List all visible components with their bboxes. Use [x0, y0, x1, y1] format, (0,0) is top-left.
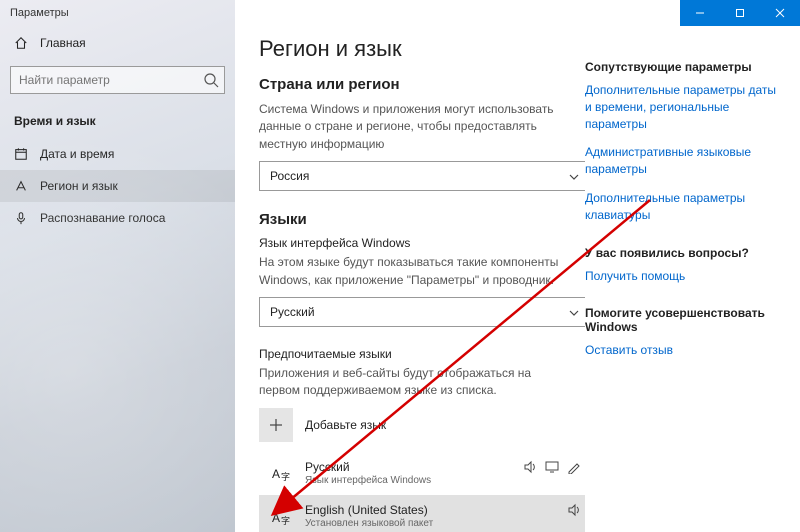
- language-subtext: Язык интерфейса Windows: [305, 475, 431, 488]
- sidebar-search[interactable]: [10, 66, 225, 94]
- plus-icon: [259, 408, 293, 442]
- language-name: English (United States): [305, 503, 433, 518]
- sidebar-item-region-language[interactable]: Регион и язык: [0, 170, 235, 202]
- window-close-button[interactable]: [760, 0, 800, 26]
- region-heading: Страна или регион: [259, 76, 565, 93]
- region-select-value: Россия: [270, 169, 309, 183]
- feedback-link[interactable]: Оставить отзыв: [585, 342, 784, 359]
- languages-heading: Языки: [259, 211, 565, 228]
- text-to-speech-icon: [567, 503, 581, 517]
- questions-title: У вас появились вопросы?: [585, 246, 784, 260]
- region-description: Система Windows и приложения могут испол…: [259, 101, 565, 153]
- window-title: Параметры: [0, 7, 69, 19]
- svg-text:A: A: [272, 511, 280, 525]
- ui-language-description: На этом языке будут показываться такие к…: [259, 254, 565, 289]
- add-language-button[interactable]: Добавьте язык: [259, 408, 565, 442]
- ui-language-label: Язык интерфейса Windows: [259, 236, 565, 250]
- feedback-title: Помогите усовершенствовать Windows: [585, 306, 784, 334]
- page-title: Регион и язык: [259, 36, 565, 62]
- ui-language-select[interactable]: Русский: [259, 297, 585, 327]
- sidebar-item-label: Регион и язык: [40, 179, 118, 193]
- sidebar-item-speech[interactable]: Распознавание голоса: [0, 202, 235, 234]
- related-title: Сопутствующие параметры: [585, 60, 784, 74]
- language-item-english-us[interactable]: A字 English (United States) Установлен яз…: [259, 495, 585, 532]
- chevron-down-icon: [568, 171, 580, 183]
- language-item-russian[interactable]: A字 Русский Язык интерфейса Windows: [259, 452, 585, 496]
- related-link[interactable]: Административные языковые параметры: [585, 144, 784, 178]
- sidebar-item-label: Распознавание голоса: [40, 211, 165, 225]
- window-maximize-button[interactable]: [720, 0, 760, 26]
- sidebar-item-datetime[interactable]: Дата и время: [0, 138, 235, 170]
- language-name: Русский: [305, 460, 431, 475]
- sidebar-home[interactable]: Главная: [0, 26, 235, 60]
- svg-text:A: A: [272, 467, 280, 481]
- chevron-down-icon: [568, 307, 580, 319]
- language-glyph-icon: A字: [269, 504, 295, 530]
- sidebar-home-label: Главная: [40, 36, 86, 50]
- preferred-languages-description: Приложения и веб-сайты будут отображатьс…: [259, 365, 565, 400]
- globe-a-icon: [14, 179, 28, 193]
- window-minimize-button[interactable]: [680, 0, 720, 26]
- language-subtext: Установлен языковой пакет: [305, 518, 433, 531]
- microphone-icon: [14, 211, 28, 225]
- sidebar-section-label: Время и язык: [0, 108, 235, 138]
- sidebar-item-label: Дата и время: [40, 147, 114, 161]
- display-icon: [545, 460, 559, 474]
- ui-language-select-value: Русский: [270, 305, 315, 319]
- language-glyph-icon: A字: [269, 460, 295, 486]
- main-content: Регион и язык Страна или регион Система …: [235, 0, 585, 532]
- related-rail: Сопутствующие параметры Дополнительные п…: [585, 0, 800, 532]
- search-icon: [203, 72, 219, 88]
- get-help-link[interactable]: Получить помощь: [585, 268, 784, 285]
- preferred-languages-label: Предпочитаемые языки: [259, 347, 565, 361]
- text-to-speech-icon: [523, 460, 537, 474]
- related-link[interactable]: Дополнительные параметры даты и времени,…: [585, 82, 784, 132]
- search-input[interactable]: [10, 66, 225, 94]
- region-select[interactable]: Россия: [259, 161, 585, 191]
- titlebar: Параметры: [0, 0, 800, 26]
- related-link[interactable]: Дополнительные параметры клавиатуры: [585, 190, 784, 224]
- sidebar: Главная Время и язык Дата и время Регион…: [0, 0, 235, 532]
- handwriting-icon: [567, 460, 581, 474]
- svg-text:字: 字: [281, 515, 290, 526]
- home-icon: [14, 36, 28, 50]
- language-feature-icons: [567, 503, 581, 517]
- language-feature-icons: [523, 460, 581, 474]
- svg-text:字: 字: [281, 471, 290, 482]
- add-language-label: Добавьте язык: [305, 418, 386, 432]
- clock-icon: [14, 147, 28, 161]
